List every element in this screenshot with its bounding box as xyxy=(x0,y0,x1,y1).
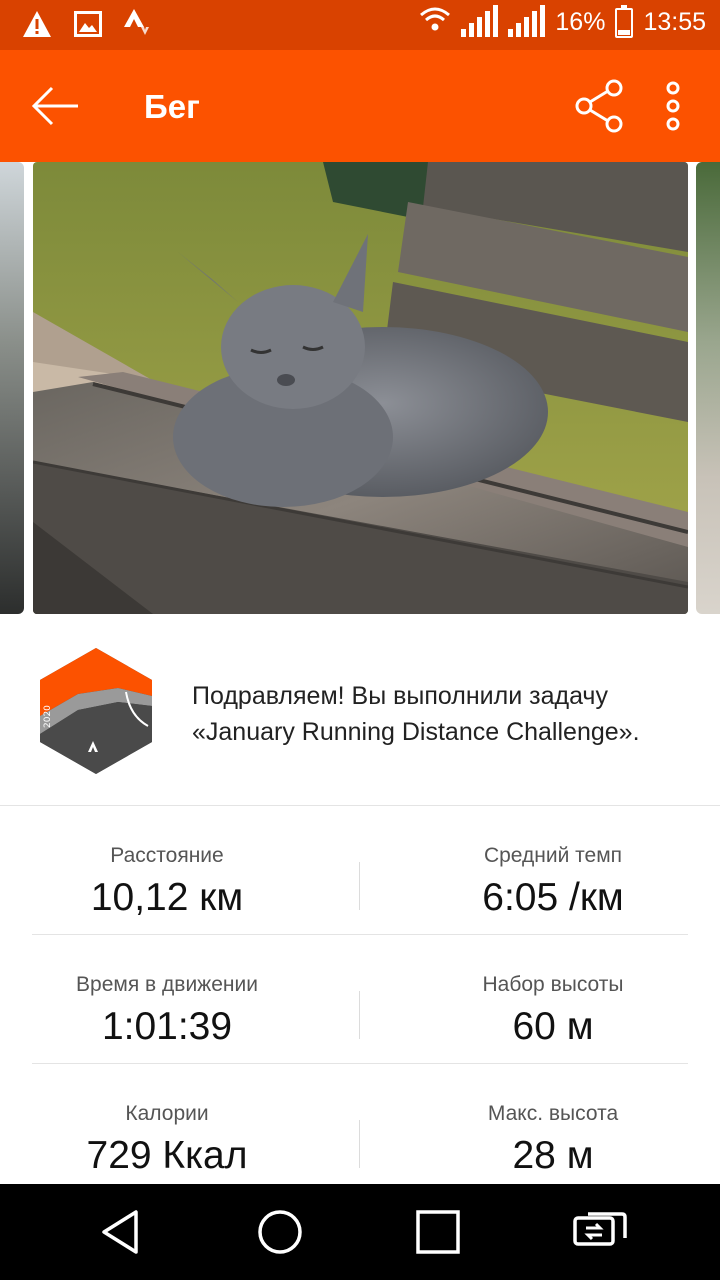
divider xyxy=(359,991,360,1039)
stat-value: 60 м xyxy=(512,1005,594,1048)
divider xyxy=(359,1120,360,1168)
stat-calories: Калории 729 Ккал xyxy=(0,1064,334,1178)
stat-moving-time: Время в движении 1:01:39 xyxy=(0,935,334,1049)
challenge-badge-icon: 2020 xyxy=(38,646,154,776)
battery-percent: 16% xyxy=(555,8,606,36)
status-bar: 16% 13:55 xyxy=(0,0,720,50)
challenge-message: Подравляем! Вы выполнили задачу «January… xyxy=(192,682,640,746)
previous-photo[interactable] xyxy=(0,162,24,614)
more-vertical-icon[interactable] xyxy=(652,80,694,132)
photo-carousel[interactable] xyxy=(0,162,720,614)
stat-label: Набор высоты xyxy=(482,973,624,996)
stat-label: Время в движении xyxy=(76,973,258,996)
signal-sim1-icon xyxy=(461,4,499,37)
stat-distance: Расстояние 10,12 км xyxy=(0,806,334,920)
stat-label: Калории xyxy=(125,1102,209,1125)
stat-avg-pace: Средний темп 6:05 /км xyxy=(386,806,720,920)
screen-cast-icon[interactable] xyxy=(572,1208,628,1256)
strava-icon xyxy=(124,9,150,44)
recents-square-icon[interactable] xyxy=(414,1208,462,1256)
stat-label: Макс. высота xyxy=(487,1102,619,1125)
wifi-icon xyxy=(419,6,451,39)
back-triangle-icon[interactable] xyxy=(98,1208,146,1256)
stat-label: Расстояние xyxy=(110,844,224,867)
stat-label: Средний темп xyxy=(483,844,623,867)
next-photo[interactable] xyxy=(696,162,720,614)
stat-value: 28 м xyxy=(512,1134,594,1177)
battery-icon xyxy=(615,4,634,38)
app-bar: Бег xyxy=(0,50,720,162)
stat-value: 6:05 /км xyxy=(482,876,624,919)
stat-value: 1:01:39 xyxy=(101,1005,233,1048)
page-title: Бег xyxy=(144,88,200,125)
home-circle-icon[interactable] xyxy=(256,1208,304,1256)
challenge-banner[interactable]: 2020 Подравляем! Вы выполнили задачу «Ja… xyxy=(0,614,720,806)
stats-row: Время в движении 1:01:39 Набор высоты 60… xyxy=(32,935,688,1064)
arrow-left-icon[interactable] xyxy=(28,80,84,132)
system-nav-bar xyxy=(0,1184,720,1280)
stat-max-elevation: Макс. высота 28 м xyxy=(386,1064,720,1178)
badge-year: 2020 xyxy=(43,705,53,728)
gallery-icon xyxy=(74,11,102,42)
stat-value: 10,12 км xyxy=(90,876,244,919)
warning-icon xyxy=(22,10,52,43)
share-icon[interactable] xyxy=(570,78,630,134)
divider xyxy=(359,862,360,910)
stat-value: 729 Ккал xyxy=(86,1134,248,1177)
signal-sim2-icon xyxy=(508,4,546,37)
stats-row: Калории 729 Ккал Макс. высота 28 м xyxy=(32,1064,688,1193)
stat-elevation-gain: Набор высоты 60 м xyxy=(386,935,720,1049)
activity-photo[interactable] xyxy=(33,162,688,614)
stats-row: Расстояние 10,12 км Средний темп 6:05 /к… xyxy=(32,806,688,935)
clock: 13:55 xyxy=(643,8,706,36)
activity-stats: Расстояние 10,12 км Средний темп 6:05 /к… xyxy=(32,806,688,1193)
